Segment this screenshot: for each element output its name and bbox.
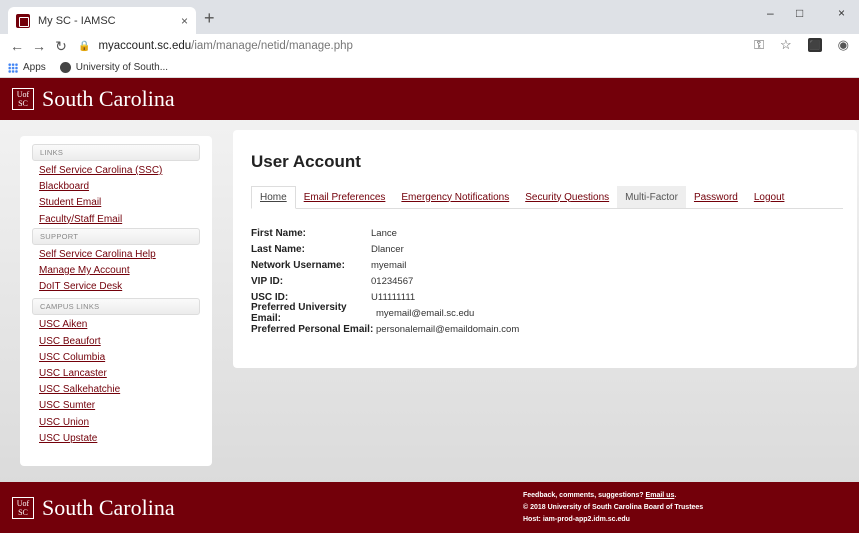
email-us-link[interactable]: Email us (646, 492, 675, 499)
page: Uof SC South Carolina LINKS Self Service … (0, 78, 859, 533)
tab-close-icon[interactable]: × (181, 14, 188, 28)
tab-logout[interactable]: Logout (746, 186, 793, 208)
bookmark-label: University of South... (75, 62, 169, 73)
copyright-text: © 2018 University of South Carolina Boar… (523, 504, 704, 511)
tab-security-questions[interactable]: Security Questions (517, 186, 617, 208)
field-label: First Name: (251, 227, 307, 239)
sidebar-link-aiken[interactable]: USC Aiken (32, 317, 200, 333)
sidebar-link-service-desk[interactable]: DoIT Service Desk (32, 279, 200, 295)
address-bar[interactable]: 🔒 myaccount.sc.edu/iam/manage/netid/mana… (78, 34, 353, 58)
sidebar-link-columbia[interactable]: USC Columbia (32, 350, 200, 366)
field-label: Network Username: (251, 259, 345, 271)
new-tab-button[interactable]: + (204, 9, 215, 27)
browser-tab[interactable]: My SC - IAMSC × (8, 7, 196, 34)
usc-logo[interactable]: Uof SC (12, 88, 34, 110)
pdf-extension-icon[interactable]: ⬛ (807, 38, 822, 52)
site-header: Uof SC South Carolina (0, 78, 859, 120)
url-host: myaccount.sc.edu (98, 40, 192, 52)
bookmark-label: Apps (23, 62, 46, 73)
field-value: myemail (371, 259, 407, 271)
field-label: VIP ID: (251, 275, 284, 287)
field-value: 01234567 (371, 275, 414, 287)
bookmark-apps[interactable]: Apps (8, 62, 46, 73)
tab-multi-factor[interactable]: Multi-Factor (617, 186, 686, 208)
sidebar-heading-campus: CAMPUS LINKS (32, 298, 200, 316)
sidebar-link-union[interactable]: USC Union (32, 415, 200, 431)
field-label: Preferred Personal Email: (251, 323, 374, 335)
favicon-icon (16, 13, 30, 28)
field-value: U11111111 (371, 291, 416, 303)
field-value: myemail@email.sc.edu (376, 307, 475, 319)
field-row: Preferred University Email: myemail@email… (251, 302, 519, 324)
tab-emergency-notifications[interactable]: Emergency Notifications (393, 186, 517, 208)
profile-icon[interactable]: ◉ (838, 37, 849, 53)
sidebar-link-ssc[interactable]: Self Service Carolina (SSC) (32, 163, 200, 179)
field-label: USC ID: (251, 291, 289, 303)
bookmark-university[interactable]: University of South... (59, 62, 169, 73)
sidebar-link-faculty-email[interactable]: Faculty/Staff Email (32, 212, 200, 228)
main-panel: User Account Home Email Preferences Emer… (233, 130, 857, 368)
site-brand[interactable]: South Carolina (42, 86, 175, 112)
field-row: Last Name: Dlancer (251, 241, 519, 257)
field-label: Last Name: (251, 243, 305, 255)
footer-logo[interactable]: Uof SC South Carolina (12, 495, 175, 521)
field-value: Dlancer (371, 243, 404, 255)
maximize-button[interactable]: □ (796, 6, 803, 20)
url-path: /iam/manage/netid/manage.php (191, 40, 353, 52)
sidebar-link-salkehatchie[interactable]: USC Salkehatchie (32, 382, 200, 398)
account-fields: First Name: Lance Last Name: Dlancer Netwo… (251, 225, 519, 337)
field-value: personalemail@emaildomain.com (376, 323, 520, 335)
field-row: VIP ID: 01234567 (251, 273, 519, 289)
field-value: Lance (371, 227, 397, 239)
browser-tab-bar: My SC - IAMSC × + – □ × (0, 0, 859, 34)
feedback-text: Feedback, comments, suggestions? (523, 492, 644, 499)
field-label: Preferred University Email: (251, 302, 347, 324)
sidebar-link-beaufort[interactable]: USC Beaufort (32, 334, 200, 350)
star-icon[interactable]: ☆ (780, 37, 792, 53)
field-row: Network Username: myemail (251, 257, 519, 273)
sidebar-link-blackboard[interactable]: Blackboard (32, 179, 200, 195)
page-title: User Account (251, 152, 361, 171)
field-row: First Name: Lance (251, 225, 519, 241)
sidebar-link-sumter[interactable]: USC Sumter (32, 398, 200, 414)
footer-info: Feedback, comments, suggestions? Email u… (523, 490, 703, 526)
key-icon[interactable]: ⚿ (754, 37, 764, 53)
apps-grid-icon (8, 62, 18, 73)
tab-home[interactable]: Home (251, 186, 296, 209)
lock-icon: 🔒 (78, 40, 91, 52)
back-arrow-icon[interactable]: ← (6, 38, 28, 54)
sidebar-link-manage-account[interactable]: Manage My Account (32, 263, 200, 279)
tab-password[interactable]: Password (686, 186, 746, 208)
account-tabs: Home Email Preferences Emergency Notific… (251, 186, 843, 209)
field-row: Preferred Personal Email: personalemail@e… (251, 321, 519, 337)
sidebar: LINKS Self Service Carolina (SSC) Blackb… (20, 136, 212, 466)
sidebar-link-lancaster[interactable]: USC Lancaster (32, 366, 200, 382)
bookmarks-bar: Apps University of South... (0, 58, 859, 78)
globe-icon (59, 62, 71, 73)
sidebar-link-upstate[interactable]: USC Upstate (32, 431, 200, 447)
sidebar-heading-links: LINKS (32, 144, 200, 161)
usc-logo: Uof SC (12, 497, 34, 519)
sidebar-link-ssc-help[interactable]: Self Service Carolina Help (32, 247, 200, 263)
sidebar-heading-support: SUPPORT (32, 227, 200, 245)
tab-email-preferences[interactable]: Email Preferences (296, 186, 394, 208)
browser-nav-bar: ← → ↻ 🔒 myaccount.sc.edu/iam/manage/neti… (0, 34, 859, 58)
sidebar-link-student-email[interactable]: Student Email (32, 195, 200, 211)
minimize-button[interactable]: – (767, 6, 774, 20)
site-footer: Uof SC South Carolina Feedback, comments,… (0, 482, 859, 533)
forward-arrow-icon[interactable]: → (28, 38, 50, 54)
close-window-button[interactable]: × (838, 6, 845, 20)
tab-title: My SC - IAMSC (38, 14, 116, 27)
host-text: Host: iam-prod-app2.idm.sc.edu (523, 516, 630, 523)
footer-brand: South Carolina (42, 495, 175, 520)
reload-icon[interactable]: ↻ (50, 38, 72, 55)
